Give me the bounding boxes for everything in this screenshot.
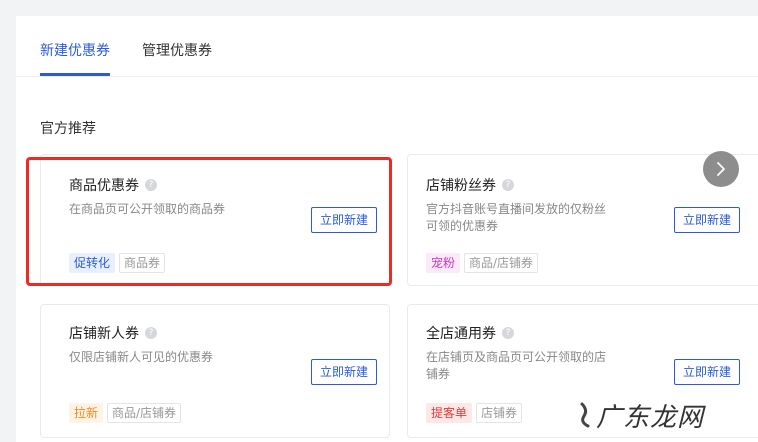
tab-bar: 新建优惠券 管理优惠券 [16, 16, 758, 77]
card-title: 店铺新人券 ? [69, 323, 157, 343]
tag-list: 促转化 商品券 [69, 253, 166, 273]
card-title: 店铺粉丝券 ? [426, 175, 514, 195]
tab-manage-coupon[interactable]: 管理优惠券 [142, 40, 212, 60]
tag: 店铺券 [476, 403, 523, 423]
tag-list: 拉新 商品/店铺券 [69, 403, 182, 423]
create-now-button[interactable]: 立即新建 [311, 207, 377, 233]
active-tab-indicator [40, 73, 110, 76]
tag: 宠粉 [426, 253, 461, 273]
card-description: 官方抖音账号直播间发放的仅粉丝可领的优惠券 [426, 202, 607, 233]
question-icon[interactable]: ? [502, 327, 514, 339]
card-title-text: 店铺粉丝券 [426, 178, 496, 194]
tag: 商品/店铺券 [107, 403, 182, 423]
tag: 商品券 [119, 253, 166, 273]
question-icon[interactable]: ? [145, 179, 157, 191]
question-icon[interactable]: ? [502, 179, 514, 191]
tab-new-coupon[interactable]: 新建优惠券 [40, 40, 110, 60]
card-title: 商品优惠券 ? [69, 175, 157, 195]
card-description: 仅限店铺新人可见的优惠券 [69, 350, 214, 364]
coupon-card-product: 商品优惠券 ? 在商品页可公开领取的商品券 立即新建 促转化 商品券 [40, 154, 390, 286]
watermark-text: 广东龙网 [596, 403, 705, 433]
card-description: 在商品页可公开领取的商品券 [69, 202, 226, 216]
card-title: 全店通用券 ? [426, 323, 514, 343]
tag: 拉新 [69, 403, 104, 423]
tag: 商品/店铺券 [464, 253, 539, 273]
question-icon[interactable]: ? [145, 327, 157, 339]
card-title-text: 商品优惠券 [69, 178, 139, 194]
create-now-button[interactable]: 立即新建 [674, 359, 740, 385]
tag-list: 提客单 店铺券 [426, 403, 523, 423]
coupon-card-newcomer: 店铺新人券 ? 仅限店铺新人可见的优惠券 立即新建 拉新 商品/店铺券 [40, 304, 390, 438]
tag-list: 宠粉 商品/店铺券 [426, 253, 539, 273]
card-description: 在店铺页及商品页可公开领取的店铺券 [426, 350, 607, 381]
watermark-logo-icon [580, 402, 590, 428]
card-title-text: 全店通用券 [426, 326, 496, 342]
create-now-button[interactable]: 立即新建 [674, 207, 740, 233]
section-title: 官方推荐 [40, 121, 96, 137]
card-title-text: 店铺新人券 [69, 326, 139, 342]
tag: 提客单 [426, 403, 473, 423]
chevron-right-icon [717, 162, 725, 176]
coupon-panel: 新建优惠券 管理优惠券 官方推荐 商品优惠券 ? 在商品页可公开领取的商品券 立… [16, 16, 758, 442]
carousel-next-button[interactable] [703, 151, 739, 187]
tag: 促转化 [69, 253, 116, 273]
create-now-button[interactable]: 立即新建 [311, 359, 377, 385]
